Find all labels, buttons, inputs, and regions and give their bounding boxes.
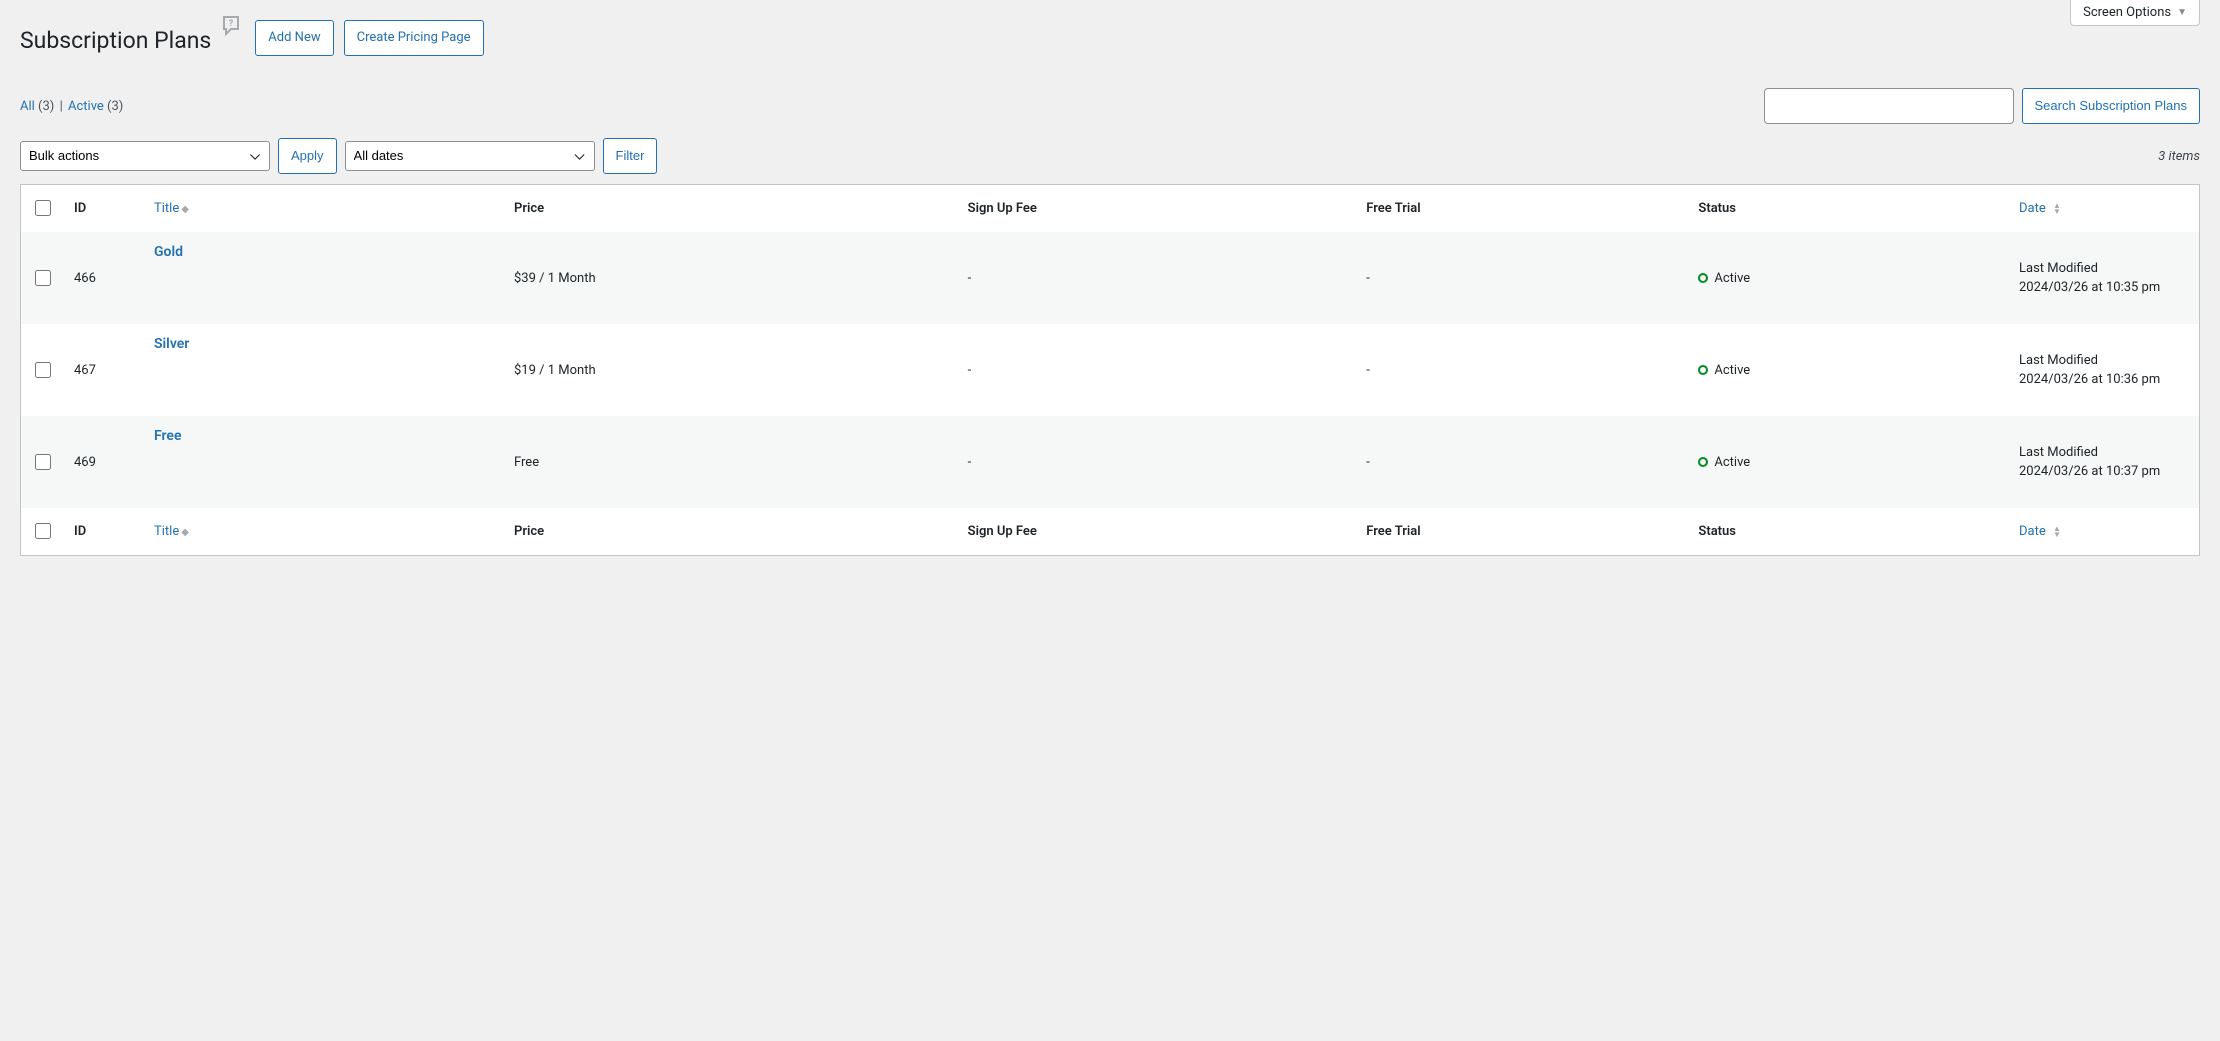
screen-options-label: Screen Options xyxy=(2083,5,2171,20)
filter-active-link[interactable]: Active xyxy=(68,99,104,114)
row-status: Active xyxy=(1714,363,1750,378)
row-title-link[interactable]: Silver xyxy=(154,336,189,352)
column-header-id: ID xyxy=(74,201,86,216)
add-new-button[interactable]: Add New xyxy=(255,20,333,56)
row-title-link[interactable]: Gold xyxy=(154,244,183,260)
status-active-icon xyxy=(1698,457,1708,467)
column-footer-signup: Sign Up Fee xyxy=(968,524,1037,539)
search-input[interactable] xyxy=(1764,88,2014,124)
column-header-price: Price xyxy=(514,201,544,216)
status-active-icon xyxy=(1698,273,1708,283)
column-footer-title[interactable]: Title◆ xyxy=(154,524,189,539)
column-footer-price: Price xyxy=(514,524,544,539)
row-free-trial: - xyxy=(1356,232,1688,324)
bulk-actions-select[interactable]: Bulk actions xyxy=(20,141,270,171)
row-price: $39 / 1 Month xyxy=(504,232,958,324)
search-button[interactable]: Search Subscription Plans xyxy=(2022,88,2200,124)
table-row: 469 Free Free - - Active Last Modified 2… xyxy=(21,416,2199,508)
row-date-value: 2024/03/26 at 10:37 pm xyxy=(2019,464,2189,479)
row-date-value: 2024/03/26 at 10:36 pm xyxy=(2019,372,2189,387)
svg-text:?: ? xyxy=(229,19,234,29)
date-filter-select[interactable]: All dates xyxy=(345,141,595,171)
row-date-label: Last Modified xyxy=(2019,261,2189,276)
table-row: 467 Silver $19 / 1 Month - - Active Last… xyxy=(21,324,2199,416)
row-free-trial: - xyxy=(1356,416,1688,508)
page-title: Subscription Plans xyxy=(20,18,211,58)
column-header-signup: Sign Up Fee xyxy=(968,201,1037,216)
filter-active-count: (3) xyxy=(107,99,123,114)
column-header-title[interactable]: Title◆ xyxy=(154,201,189,216)
column-footer-status: Status xyxy=(1698,524,1736,539)
sort-icon: ▲▼ xyxy=(2053,203,2061,215)
row-date-label: Last Modified xyxy=(2019,353,2189,368)
row-signup-fee: - xyxy=(958,232,1357,324)
column-footer-date[interactable]: Date ▲▼ xyxy=(2019,524,2061,539)
row-price: Free xyxy=(504,416,958,508)
filter-all-link[interactable]: All xyxy=(20,99,35,114)
row-checkbox[interactable] xyxy=(35,270,51,286)
status-active-icon xyxy=(1698,365,1708,375)
column-header-status: Status xyxy=(1698,201,1736,216)
row-title-link[interactable]: Free xyxy=(154,428,182,444)
table-row: 466 Gold $39 / 1 Month - - Active Last M… xyxy=(21,232,2199,324)
items-count: 3 items xyxy=(2158,149,2200,164)
row-checkbox[interactable] xyxy=(35,362,51,378)
help-icon[interactable]: ? xyxy=(221,14,245,38)
filter-button[interactable]: Filter xyxy=(603,138,658,174)
column-header-trial: Free Trial xyxy=(1366,201,1420,216)
select-all-checkbox[interactable] xyxy=(35,200,51,216)
row-checkbox[interactable] xyxy=(35,454,51,470)
sort-icon: ◆ xyxy=(181,527,189,538)
row-status: Active xyxy=(1714,455,1750,470)
row-free-trial: - xyxy=(1356,324,1688,416)
column-header-date[interactable]: Date ▲▼ xyxy=(2019,201,2061,216)
row-price: $19 / 1 Month xyxy=(504,324,958,416)
row-id: 466 xyxy=(64,232,144,324)
row-date-label: Last Modified xyxy=(2019,445,2189,460)
apply-bulk-button[interactable]: Apply xyxy=(278,138,337,174)
row-id: 467 xyxy=(64,324,144,416)
row-status: Active xyxy=(1714,271,1750,286)
row-date-value: 2024/03/26 at 10:35 pm xyxy=(2019,280,2189,295)
create-pricing-page-button[interactable]: Create Pricing Page xyxy=(344,20,484,56)
sort-icon: ◆ xyxy=(181,204,189,215)
column-footer-id: ID xyxy=(74,524,86,539)
filter-separator: | xyxy=(60,99,63,114)
select-all-checkbox-bottom[interactable] xyxy=(35,523,51,539)
sort-icon: ▲▼ xyxy=(2053,526,2061,538)
column-footer-trial: Free Trial xyxy=(1366,524,1420,539)
row-id: 469 xyxy=(64,416,144,508)
filter-all-count: (3) xyxy=(38,99,54,114)
row-signup-fee: - xyxy=(958,324,1357,416)
screen-options-toggle[interactable]: Screen Options ▼ xyxy=(2070,0,2200,26)
row-signup-fee: - xyxy=(958,416,1357,508)
caret-down-icon: ▼ xyxy=(2177,7,2187,18)
